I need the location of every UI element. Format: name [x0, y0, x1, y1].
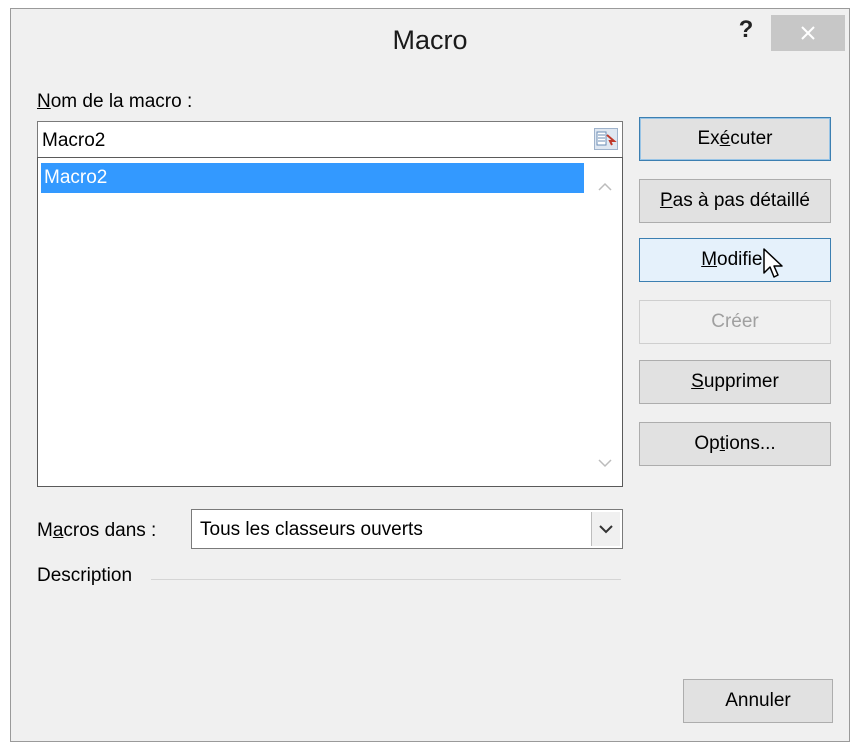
scroll-down-icon[interactable] [598, 458, 612, 468]
close-icon [801, 26, 815, 40]
scroll-up-icon[interactable] [598, 182, 612, 192]
dropdown-arrow-button[interactable] [591, 512, 620, 546]
help-button[interactable]: ? [733, 15, 759, 45]
macros-in-select[interactable]: Tous les classeurs ouverts [191, 509, 623, 549]
title-bar: Macro ? [11, 9, 849, 77]
options-button[interactable]: Options... [639, 422, 831, 466]
delete-button[interactable]: Supprimer [639, 360, 831, 404]
list-item[interactable]: Macro2 [41, 163, 584, 193]
macro-name-value: Macro2 [42, 130, 106, 151]
mouse-pointer-icon [763, 248, 783, 278]
macro-list[interactable]: Macro2 [37, 157, 623, 487]
step-into-button[interactable]: Pas à pas détaillé [639, 179, 831, 223]
macros-in-value: Tous les classeurs ouverts [200, 519, 423, 540]
macro-dialog: Macro ? Nom de la macro : Macro2 Macro2 [10, 8, 850, 742]
description-label: Description [37, 565, 133, 586]
list-scrollbar[interactable] [590, 162, 620, 480]
macro-name-input[interactable]: Macro2 [37, 121, 623, 159]
dialog-title: Macro [392, 25, 468, 55]
collapse-dialog-icon[interactable] [594, 128, 618, 150]
edit-button[interactable]: Modifier [639, 238, 831, 282]
macro-name-label: Nom de la macro : [37, 91, 193, 112]
chevron-down-icon [599, 525, 613, 534]
close-button[interactable] [771, 15, 845, 51]
run-button[interactable]: Exécuter [639, 117, 831, 161]
cancel-button[interactable]: Annuler [683, 679, 833, 723]
create-button[interactable]: Créer [639, 300, 831, 344]
description-separator [151, 579, 621, 580]
macros-in-label: Macros dans : [37, 520, 157, 541]
